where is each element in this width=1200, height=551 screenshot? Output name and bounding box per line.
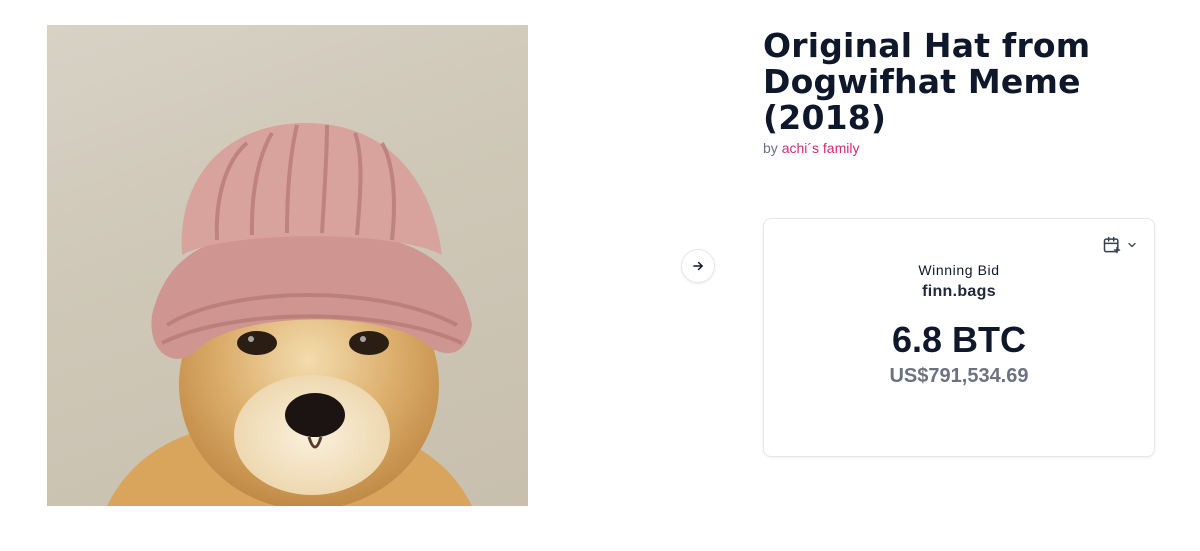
chevron-down-icon	[1128, 242, 1136, 248]
next-artwork-button[interactable]	[681, 249, 715, 283]
page-title: Original Hat from Dogwifhat Meme (2018)	[763, 26, 1091, 137]
bid-amount-usd: US$791,534.69	[889, 365, 1029, 387]
bid-amount: 6.8 BTC	[891, 319, 1027, 360]
arrow-right-icon	[693, 261, 703, 271]
listing-header: Original Hat from Dogwifhat Meme (2018) …	[763, 26, 1163, 157]
creator-byline: by achi´s family	[763, 140, 1163, 156]
winning-bid-label: Winning Bid	[918, 262, 1000, 278]
artwork-image	[47, 25, 528, 506]
calendar-plus-icon	[1103, 236, 1121, 254]
creator-link[interactable]: achi´s family	[782, 140, 860, 156]
winning-bidder: finn.bags	[922, 283, 996, 300]
byline-prefix: by	[763, 140, 778, 156]
auction-card: Winning Bid finn.bags 6.8 BTC US$791,534…	[763, 218, 1155, 457]
add-to-calendar-button[interactable]	[1102, 235, 1138, 255]
